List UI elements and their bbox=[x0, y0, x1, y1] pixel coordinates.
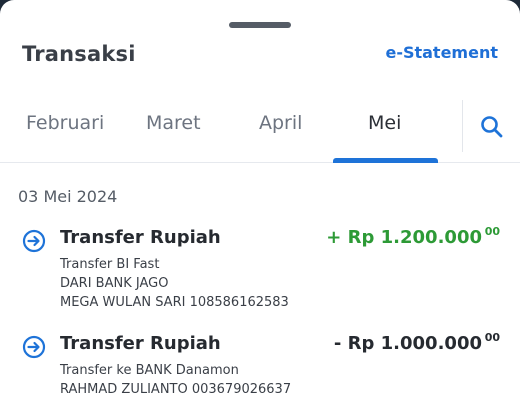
transaction-title: Transfer Rupiah bbox=[60, 227, 221, 248]
tab-mei[interactable]: Mei bbox=[368, 112, 401, 134]
transaction-detail: DARI BANK JAGO bbox=[60, 276, 169, 291]
transfer-icon bbox=[22, 229, 46, 253]
tab-april[interactable]: April bbox=[259, 112, 302, 134]
transaction-amount: - Rp 1.000.000 bbox=[333, 333, 482, 354]
transaction-amount-cents: 00 bbox=[484, 331, 500, 344]
tab-divider bbox=[462, 100, 463, 152]
transaction-detail: RAHMAD ZULIANTO 003679026637 bbox=[60, 382, 292, 397]
tab-februari[interactable]: Februari bbox=[26, 112, 104, 134]
drag-handle[interactable] bbox=[229, 22, 291, 28]
page-title: Transaksi bbox=[22, 42, 136, 66]
active-tab-indicator bbox=[333, 158, 438, 163]
transaction-amount-cents: 00 bbox=[484, 225, 500, 238]
month-tabs: Februari Maret April Mei bbox=[0, 100, 520, 163]
transaction-date: 03 Mei 2024 bbox=[18, 187, 118, 206]
transactions-sheet: Transaksi e-Statement Februari Maret Apr… bbox=[0, 0, 520, 406]
transaction-amount: + Rp 1.200.000 bbox=[326, 227, 482, 248]
search-icon[interactable] bbox=[478, 113, 506, 141]
transfer-icon bbox=[22, 335, 46, 359]
tab-maret[interactable]: Maret bbox=[146, 112, 201, 134]
transaction-detail: Transfer ke BANK Danamon bbox=[60, 363, 239, 378]
estatement-link[interactable]: e-Statement bbox=[385, 43, 498, 62]
transaction-detail: Transfer BI Fast bbox=[60, 257, 160, 272]
transaction-title: Transfer Rupiah bbox=[60, 333, 221, 354]
transaction-detail: MEGA WULAN SARI 108586162583 bbox=[60, 295, 289, 310]
